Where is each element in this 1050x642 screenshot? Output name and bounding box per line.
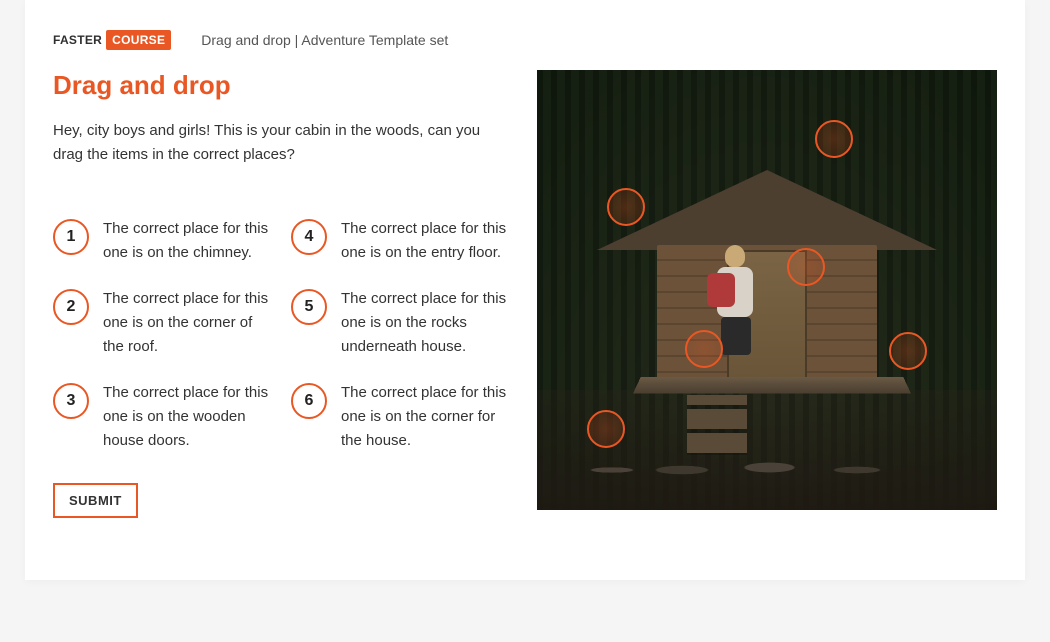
item-text: The correct place for this one is on the…	[103, 381, 269, 453]
logo-part2: COURSE	[106, 30, 171, 50]
header: FASTER COURSE Drag and drop | Adventure …	[53, 30, 997, 50]
item-text: The correct place for this one is on the…	[341, 217, 507, 265]
breadcrumb: Drag and drop | Adventure Template set	[201, 32, 448, 48]
item-badge: 4	[291, 219, 327, 255]
hotspot-door[interactable]	[787, 248, 825, 286]
submit-button[interactable]: SUBMIT	[53, 483, 138, 518]
hotspot-chimney[interactable]	[815, 120, 853, 158]
draggable-item-1[interactable]: 1 The correct place for this one is on t…	[53, 217, 269, 265]
cabin-deck	[633, 377, 911, 393]
drop-target-image[interactable]	[537, 70, 997, 510]
hotspot-roof-corner[interactable]	[607, 188, 645, 226]
hotspot-house-corner[interactable]	[889, 332, 927, 370]
item-badge: 5	[291, 289, 327, 325]
draggable-item-3[interactable]: 3 The correct place for this one is on t…	[53, 381, 269, 453]
item-badge: 2	[53, 289, 89, 325]
page-title: Drag and drop	[53, 70, 507, 101]
item-text: The correct place for this one is on the…	[341, 287, 507, 359]
item-text: The correct place for this one is on the…	[103, 287, 269, 359]
cabin-steps	[687, 395, 747, 455]
hotspot-rocks[interactable]	[587, 410, 625, 448]
intro-text: Hey, city boys and girls! This is your c…	[53, 119, 493, 167]
item-text: The correct place for this one is on the…	[103, 217, 269, 265]
rocks	[577, 430, 927, 480]
logo-part1: FASTER	[53, 33, 102, 47]
logo: FASTER COURSE	[53, 30, 171, 50]
draggable-item-4[interactable]: 4 The correct place for this one is on t…	[291, 217, 507, 265]
draggable-item-6[interactable]: 6 The correct place for this one is on t…	[291, 381, 507, 453]
item-text: The correct place for this one is on the…	[341, 381, 507, 453]
item-badge: 3	[53, 383, 89, 419]
hotspot-entry-floor[interactable]	[685, 330, 723, 368]
item-badge: 1	[53, 219, 89, 255]
draggable-item-5[interactable]: 5 The correct place for this one is on t…	[291, 287, 507, 359]
cabin-roof	[597, 170, 937, 250]
draggable-items-grid: 1 The correct place for this one is on t…	[53, 217, 507, 453]
draggable-item-2[interactable]: 2 The correct place for this one is on t…	[53, 287, 269, 359]
item-badge: 6	[291, 383, 327, 419]
